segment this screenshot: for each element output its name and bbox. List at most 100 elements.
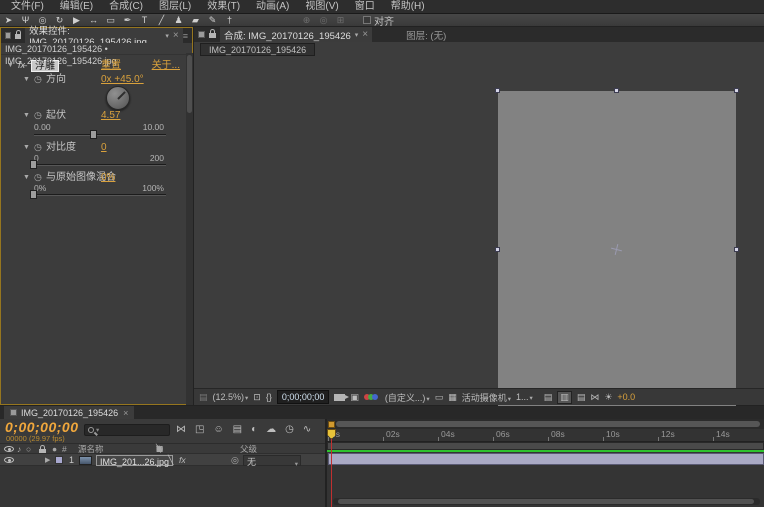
time-navigator[interactable] [327, 419, 764, 429]
view-layout-dropdown-icon[interactable]: ▾ [530, 395, 533, 402]
layer-video-icon[interactable] [4, 457, 14, 463]
mini-flowchart-icon[interactable]: ⋈ [590, 392, 599, 403]
safe-zones-icon[interactable]: ⊡ [253, 392, 261, 403]
tab-dropdown-icon[interactable]: ▾ [165, 32, 169, 40]
blend-disclosure-icon[interactable]: ▼ [23, 171, 30, 184]
navigator-thumb[interactable] [336, 421, 760, 427]
handle-top-center[interactable] [614, 88, 619, 93]
layer-fx-icon[interactable]: fx [179, 454, 186, 467]
footage-image[interactable] [498, 91, 736, 408]
shy-layers-icon[interactable]: ☺ [213, 424, 223, 435]
show-snapshot-icon[interactable]: ▣ [350, 392, 359, 403]
panel-lock-icon[interactable] [209, 33, 216, 38]
region-of-interest-icon[interactable]: ▭ [435, 392, 444, 403]
frame-blending-icon[interactable]: ▤ [233, 424, 242, 435]
relief-value[interactable]: 4.57 [101, 109, 120, 122]
timeline-search-input[interactable]: ▾ [84, 424, 170, 436]
auto-keyframe-icon[interactable]: ◷ [285, 424, 294, 435]
horizontal-scrollbar[interactable] [333, 498, 760, 505]
parent-pickwhip-icon[interactable]: ◎ [231, 454, 239, 467]
handle-top-left[interactable] [495, 88, 500, 93]
motion-blur-icon[interactable]: ◐ [251, 424, 257, 435]
snap-checkbox[interactable] [363, 16, 371, 24]
channels-icon[interactable] [364, 393, 380, 401]
handle-middle-left[interactable] [495, 247, 500, 252]
menu-item[interactable]: 编辑(E) [52, 0, 101, 13]
effect-disclosure-icon[interactable]: ▼ [7, 59, 14, 72]
exposure-value[interactable]: +0.0 [617, 392, 635, 402]
menu-item[interactable]: 视图(V) [297, 0, 346, 13]
film-icon[interactable]: ▤ [544, 392, 553, 403]
menu-item[interactable]: 效果(T) [199, 0, 248, 13]
current-time-display[interactable]: 0;00;00;00 [5, 419, 79, 435]
relief-disclosure-icon[interactable]: ▼ [23, 109, 30, 122]
selection-tool-icon[interactable]: ➤ [0, 14, 17, 27]
handle-middle-right[interactable] [734, 247, 739, 252]
relief-slider[interactable] [34, 134, 166, 136]
time-ruler[interactable]: 0s02s04s06s08s10s12s14s [327, 429, 764, 442]
contrast-slider[interactable] [34, 164, 166, 166]
direction-stopwatch-icon[interactable]: ◷ [34, 73, 42, 86]
layer-expand-icon[interactable]: ▶ [45, 454, 50, 467]
eraser-tool-icon[interactable]: ▰ [187, 14, 204, 27]
snapshot-camera-icon[interactable] [334, 394, 345, 401]
contrast-disclosure-icon[interactable]: ▼ [23, 141, 30, 154]
magnification-select[interactable]: (12.5%)▾ [213, 392, 249, 402]
direction-value[interactable]: 0x +45.0° [101, 73, 144, 86]
direction-disclosure-icon[interactable]: ▼ [23, 73, 30, 86]
effect-name-input[interactable]: 浮雕 [31, 60, 59, 72]
menu-item[interactable]: 合成(C) [101, 0, 151, 13]
viewer-timecode[interactable]: 0;00;00;00 [277, 390, 330, 404]
parent-select[interactable]: 无 ▾ [243, 455, 301, 466]
local-axis-mode-icon[interactable]: ⊕ [298, 14, 315, 27]
magnification-dropdown-icon[interactable]: ▾ [245, 395, 248, 402]
tab-close-icon[interactable]: × [173, 31, 179, 40]
contrast-slider-thumb[interactable] [30, 160, 37, 169]
anchor-point-icon[interactable] [611, 244, 622, 255]
handle-top-right[interactable] [734, 88, 739, 93]
resolution-select[interactable]: (自定义...)▾ [385, 391, 430, 404]
world-axis-mode-icon[interactable]: ◎ [315, 14, 332, 27]
menu-item[interactable]: 帮助(H) [383, 0, 433, 13]
mask-visibility-icon[interactable]: {} [266, 392, 272, 402]
horizontal-scrollbar-thumb[interactable] [338, 499, 754, 504]
camera-dropdown-icon[interactable]: ▾ [508, 396, 511, 403]
view-layout-select[interactable]: 1...▾ [516, 392, 533, 402]
fx-badge-icon[interactable]: fx [18, 59, 25, 72]
clone-stamp-tool-icon[interactable]: ♟ [170, 14, 187, 27]
reset-button[interactable]: 重置 [101, 59, 121, 72]
blend-slider[interactable] [34, 194, 166, 196]
transparency-grid-icon[interactable]: ▦ [448, 392, 457, 403]
work-area-marker[interactable] [328, 421, 335, 428]
puppet-pin-tool-icon[interactable]: † [221, 14, 238, 27]
graph-editor-icon[interactable]: ∿ [303, 424, 311, 435]
layer-duration-bar[interactable] [328, 453, 764, 465]
relief-slider-thumb[interactable] [90, 130, 97, 139]
layer-name[interactable]: IMG_201...26.jpg [96, 455, 173, 466]
panel-chip-icon[interactable] [5, 32, 11, 39]
camera-select[interactable]: 活动摄像机▾ [462, 391, 511, 404]
tab-effect-controls[interactable]: 效果控件: IMG_20170126_195426.jpg ▾ × [25, 28, 183, 43]
tab-composition[interactable]: 合成: IMG_20170126_195426 ▾ × [220, 27, 372, 42]
effect-panel-scrollbar-thumb[interactable] [187, 55, 192, 113]
about-button[interactable]: 关于... [152, 59, 180, 72]
roto-brush-tool-icon[interactable]: ✎ [204, 14, 221, 27]
panel-menu-icon[interactable]: ≡ [183, 31, 188, 41]
layer-label-color[interactable] [55, 456, 63, 464]
composition-viewer[interactable] [194, 57, 764, 388]
tab-layer[interactable]: 图层: (无) [402, 27, 450, 42]
relief-stopwatch-icon[interactable]: ◷ [34, 109, 42, 122]
tab-dropdown-icon[interactable]: ▾ [355, 31, 359, 39]
adjust-exposure-icon[interactable]: ☀ [604, 392, 612, 403]
resolution-dropdown-icon[interactable]: ▾ [426, 396, 429, 403]
panel-lock-icon[interactable] [15, 34, 21, 39]
viewer-tab[interactable]: IMG_20170126_195426 [200, 43, 315, 56]
draft-3d-icon[interactable]: ◳ [195, 424, 204, 435]
panel-chip-icon[interactable] [198, 31, 205, 38]
work-area-bar[interactable] [327, 442, 764, 450]
direction-dial[interactable] [106, 86, 130, 110]
menu-item[interactable]: 图层(L) [151, 0, 199, 13]
tab-close-icon[interactable]: × [123, 408, 128, 418]
menu-item[interactable]: 动画(A) [248, 0, 297, 13]
contrast-value[interactable]: 0 [101, 141, 107, 154]
